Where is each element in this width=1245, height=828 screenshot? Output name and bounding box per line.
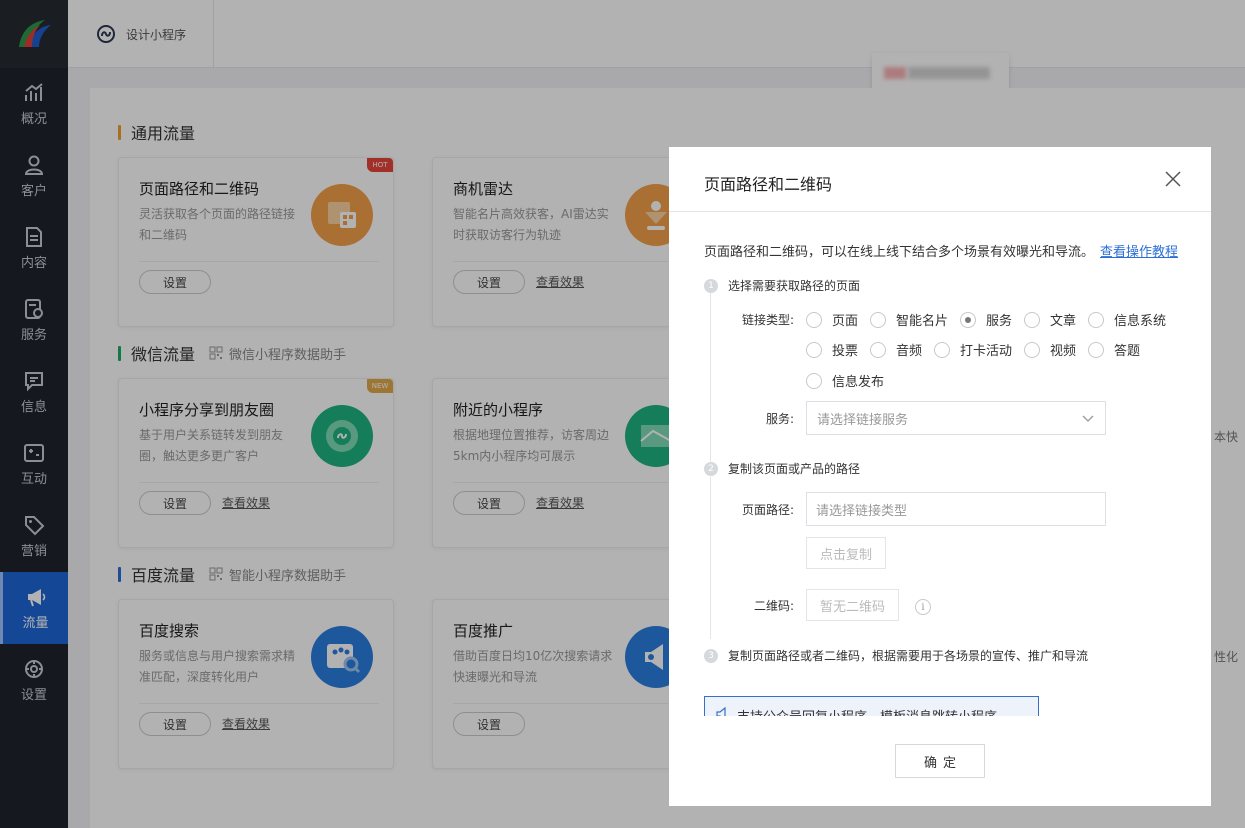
radio-dot: [1088, 341, 1104, 358]
step-label: 复制页面路径或者二维码，根据需要用于各场景的宣传、推广和导流: [728, 649, 1089, 663]
radio-dot: [960, 311, 976, 328]
link-type-label: 链接类型:: [741, 313, 794, 327]
radio-dot: [806, 311, 822, 328]
radio-label: 页面: [832, 314, 859, 329]
service-select[interactable]: 请选择链接服务: [806, 401, 1106, 435]
radio-info-system[interactable]: 信息系统: [1088, 310, 1166, 329]
page-path-qrcode-dialog: 页面路径和二维码 页面路径和二维码，可以在线上线下结合多个场景有效曝光和导流。查…: [669, 147, 1211, 806]
radio-dot: [1024, 341, 1040, 358]
radio-quiz[interactable]: 答题: [1088, 340, 1140, 359]
radio-label: 文章: [1050, 314, 1077, 329]
radio-label: 答题: [1114, 344, 1141, 359]
radio-label: 打卡活动: [960, 344, 1013, 359]
radio-label: 信息系统: [1114, 314, 1167, 329]
confirm-button[interactable]: 确定: [895, 744, 985, 778]
select-placeholder: 请选择链接服务: [817, 412, 909, 428]
no-qrcode-button[interactable]: 暂无二维码: [806, 589, 899, 621]
radio-label: 智能名片: [896, 314, 949, 329]
input-placeholder: 请选择链接类型: [816, 503, 908, 519]
step-3: 3 复制页面路径或者二维码，根据需要用于各场景的宣传、推广和导流: [704, 647, 1088, 664]
step-label: 选择需要获取路径的页面: [728, 279, 861, 293]
radio-label: 服务: [986, 314, 1013, 329]
step-number: 3: [704, 648, 718, 663]
service-label: 服务:: [765, 412, 794, 426]
radio-dot: [934, 341, 950, 358]
radio-label: 视频: [1050, 344, 1077, 359]
radio-label: 信息发布: [832, 375, 885, 390]
radio-dot: [806, 372, 822, 389]
qrcode-label: 二维码:: [753, 599, 794, 613]
radio-label: 投票: [832, 344, 859, 359]
radio-dot: [806, 341, 822, 358]
radio-article[interactable]: 文章: [1024, 310, 1076, 329]
page-path-label: 页面路径:: [741, 503, 794, 517]
step-number: 2: [704, 461, 718, 476]
radio-dot: [870, 311, 886, 328]
step-2: 2 复制该页面或产品的路径: [704, 460, 860, 477]
radio-audio[interactable]: 音频: [870, 340, 922, 359]
dialog-intro: 页面路径和二维码，可以在线上线下结合多个场景有效曝光和导流。 查看操作教程: [704, 241, 1178, 260]
dialog-header: 页面路径和二维码: [669, 147, 1211, 212]
notice-banner: 支持公众号回复小程序、模板消息跳转小程序: [704, 696, 1039, 716]
radio-page[interactable]: 页面: [806, 310, 858, 329]
radio-vote[interactable]: 投票: [806, 340, 858, 359]
close-icon[interactable]: [1163, 169, 1183, 189]
info-icon[interactable]: i: [915, 599, 931, 615]
dialog-title: 页面路径和二维码: [704, 175, 833, 194]
page-path-field[interactable]: 请选择链接类型: [806, 492, 1106, 526]
radio-service[interactable]: 服务: [960, 310, 1012, 329]
radio-label: 音频: [896, 344, 923, 359]
radio-dot: [1088, 311, 1104, 328]
step-1: 1 选择需要获取路径的页面: [704, 277, 860, 294]
tutorial-link[interactable]: 查看操作教程: [1100, 245, 1178, 260]
radio-dot: [870, 341, 886, 358]
chevron-down-icon: [1082, 415, 1094, 422]
step-label: 复制该页面或产品的路径: [728, 462, 861, 476]
intro-text: 页面路径和二维码，可以在线上线下结合多个场景有效曝光和导流。: [704, 245, 1095, 260]
radio-dot: [1024, 311, 1040, 328]
speaker-icon: [716, 707, 726, 716]
copy-button[interactable]: 点击复制: [806, 537, 886, 569]
radio-checkin[interactable]: 打卡活动: [934, 340, 1012, 359]
radio-business-card[interactable]: 智能名片: [870, 310, 948, 329]
radio-video[interactable]: 视频: [1024, 340, 1076, 359]
step-number: 1: [704, 278, 718, 293]
radio-info-publish[interactable]: 信息发布: [806, 371, 884, 390]
notice-text: 支持公众号回复小程序、模板消息跳转小程序: [737, 706, 997, 716]
